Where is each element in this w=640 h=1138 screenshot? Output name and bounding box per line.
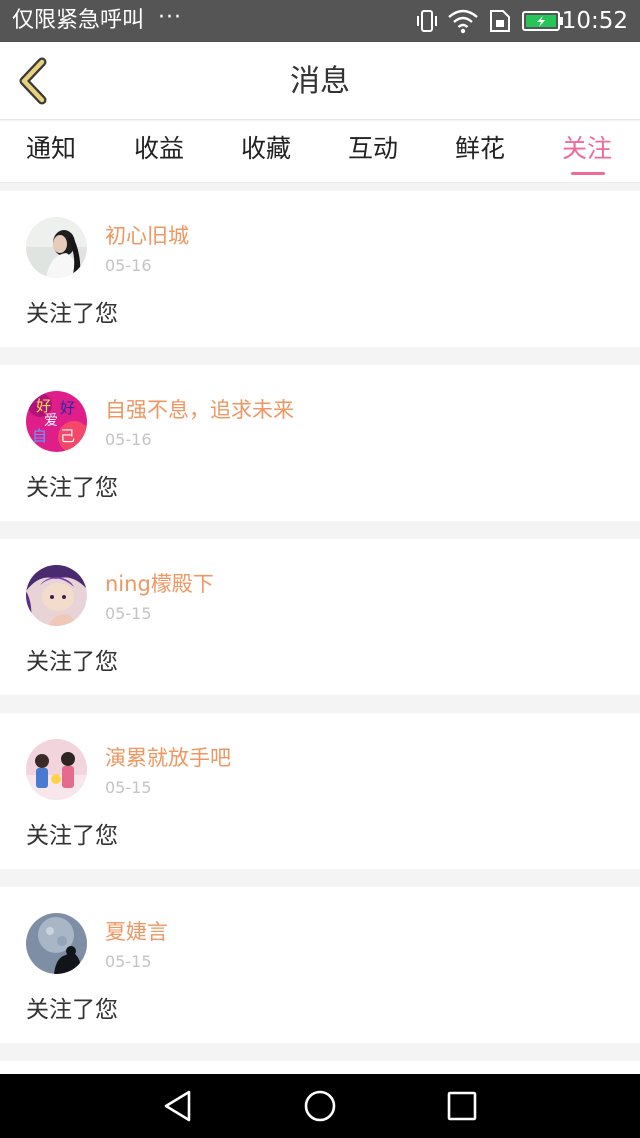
list-item[interactable]: 演累就放手吧 05-15 关注了您 [0,713,640,869]
wifi-icon [447,8,479,38]
list-item[interactable]: ning檬殿下 05-15 关注了您 [0,539,640,695]
status-bar: 仅限紧急呼叫 ··· 10:52 [0,0,640,42]
tab-bar: 通知 收益 收藏 互动 鲜花 关注 [0,121,640,183]
tab-flowers[interactable]: 鲜花 [455,133,505,165]
system-nav-bar [0,1074,640,1138]
list-item[interactable]: 夏婕言 05-15 关注了您 [0,887,640,1043]
carrier-text: 仅限紧急呼叫 [12,8,145,33]
active-tab-indicator [571,172,605,175]
tab-interactions[interactable]: 互动 [348,133,398,165]
avatar [26,739,87,800]
nav-recents-button[interactable] [444,1088,480,1124]
list-item[interactable]: 好 好 爱 自 己 自强不息，追求未来 05-16 关注了您 [0,365,640,521]
timestamp: 05-16 [105,256,152,275]
nav-home-button[interactable] [302,1088,338,1124]
tab-favorites[interactable]: 收藏 [241,133,291,165]
list-item[interactable]: 初心旧城 05-16 关注了您 [0,191,640,347]
avatar [26,913,87,974]
page-title: 消息 [290,64,350,99]
username: ning檬殿下 [105,572,214,596]
username: 自强不息，追求未来 [105,398,294,422]
svg-text:好: 好 [60,399,75,417]
timestamp: 05-15 [105,952,152,971]
message-text: 关注了您 [26,649,118,675]
timestamp: 05-15 [105,604,152,623]
list-item[interactable] [0,1061,640,1074]
avatar: 好 好 爱 自 己 [26,391,87,452]
battery-icon [522,8,564,38]
timestamp: 05-16 [105,430,152,449]
message-text: 关注了您 [26,823,118,849]
username: 演累就放手吧 [105,746,231,770]
svg-text:自: 自 [32,427,47,445]
triangle-back-icon [164,1090,191,1122]
username: 夏婕言 [105,920,168,944]
clock: 10:52 [561,8,628,34]
screen: 仅限紧急呼叫 ··· 10:52 消息 通知 收益 收藏 互动 鲜花 关注 初心… [0,0,640,1138]
message-text: 关注了您 [26,475,118,501]
avatar [26,217,87,278]
timestamp: 05-15 [105,778,152,797]
username: 初心旧城 [105,224,189,248]
app-header: 消息 [0,42,640,120]
svg-text:己: 己 [60,427,75,445]
more-notifications-icon: ··· [158,5,182,30]
message-text: 关注了您 [26,301,118,327]
message-text: 关注了您 [26,997,118,1023]
vibrate-icon [414,8,440,38]
tab-earnings[interactable]: 收益 [134,133,184,165]
square-recents-icon [447,1091,477,1121]
avatar [26,565,87,626]
tab-follows[interactable]: 关注 [562,133,612,165]
sim-icon [487,8,513,38]
circle-home-icon [304,1090,336,1122]
nav-back-button[interactable] [160,1088,196,1124]
tab-notifications[interactable]: 通知 [26,133,76,165]
